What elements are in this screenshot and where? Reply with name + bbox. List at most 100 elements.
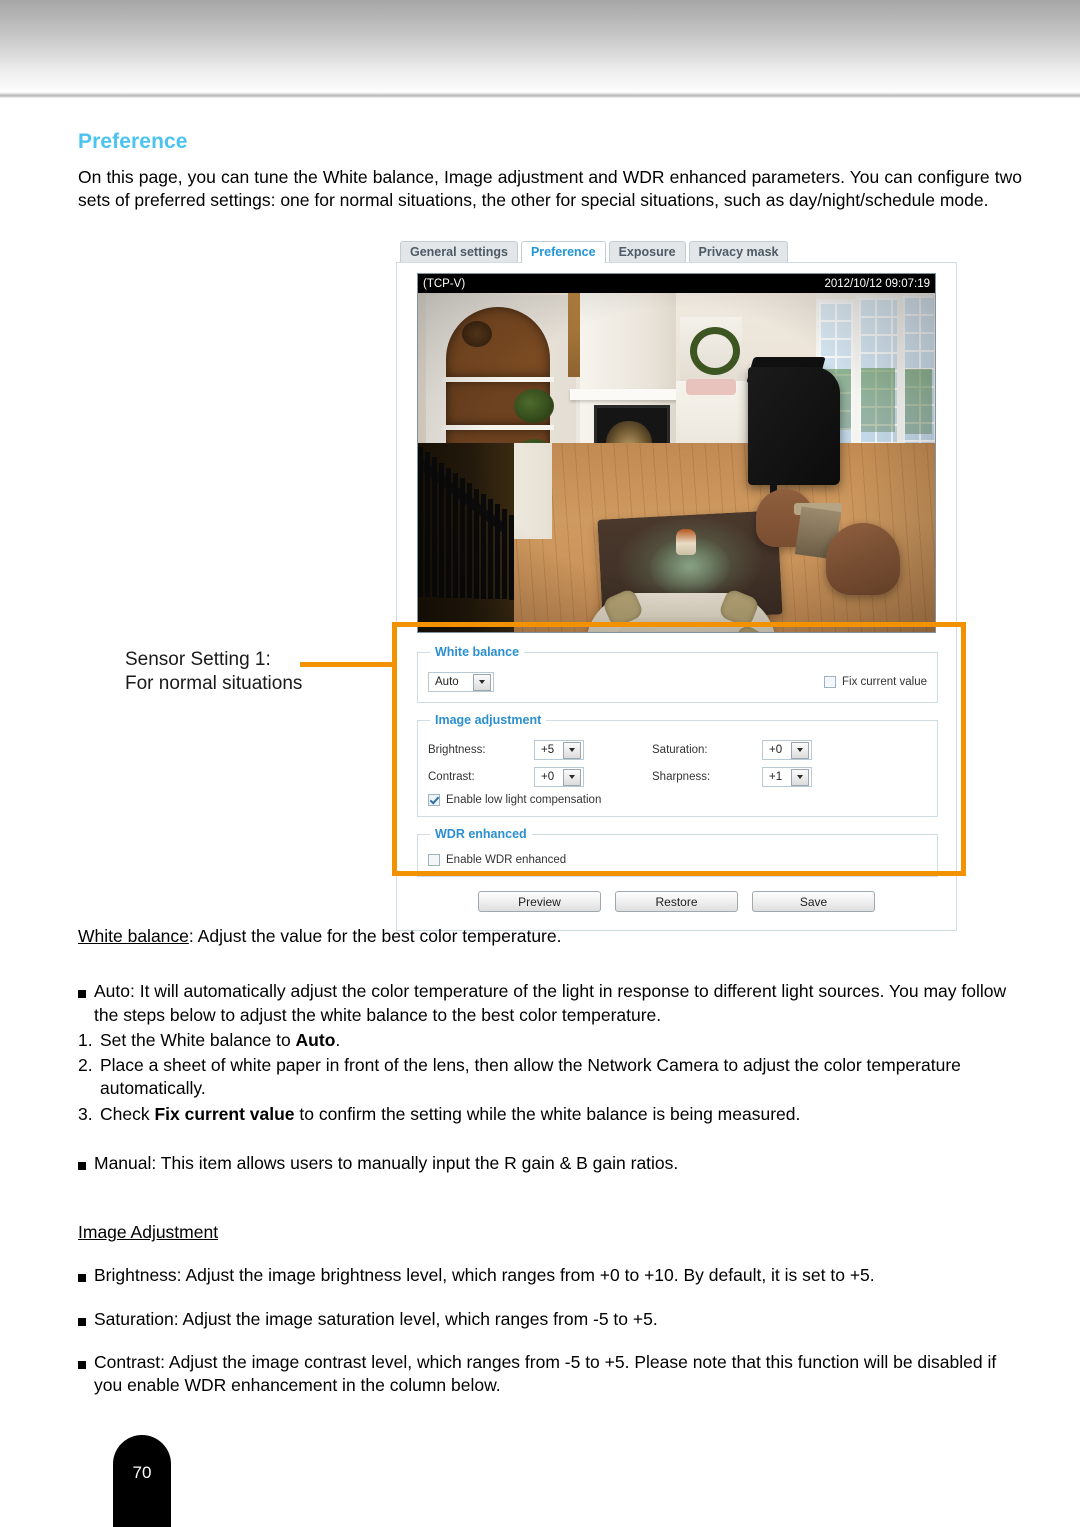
contrast-bullet-text: Contrast: Adjust the image contrast leve… — [94, 1351, 997, 1396]
sharpness-group: Sharpness: +1 — [652, 767, 812, 787]
video-osd-timestamp: 2012/10/12 09:07:19 — [824, 277, 930, 290]
step-1-emphasis: Auto — [295, 1029, 336, 1050]
sharpness-select[interactable]: +1 — [762, 767, 812, 787]
chevron-down-icon — [791, 768, 809, 786]
video-osd-bar: (TCP-V) 2012/10/12 09:07:19 — [418, 274, 935, 293]
tab-general-settings[interactable]: General settings — [400, 241, 518, 263]
tab-privacy-mask[interactable]: Privacy mask — [688, 241, 789, 263]
step-1-text-a: Set the White balance to — [100, 1029, 296, 1050]
low-light-compensation-label: Enable low light compensation — [446, 794, 602, 806]
contrast-sharpness-row: Contrast: +0 Sharpness: +1 — [428, 767, 927, 787]
saturation-label: Saturation: — [652, 744, 708, 756]
chevron-down-icon — [791, 741, 809, 759]
brightness-saturation-row: Brightness: +5 Saturation: +0 — [428, 740, 927, 760]
saturation-group: Saturation: +0 — [652, 740, 812, 760]
sharpness-label: Sharpness: — [652, 771, 711, 783]
bullet-square-icon — [78, 1360, 86, 1369]
restore-button[interactable]: Restore — [615, 891, 738, 912]
white-balance-legend: White balance — [435, 645, 520, 659]
annotation-line-1: Sensor Setting 1: — [125, 649, 271, 670]
brightness-value: +5 — [541, 744, 555, 756]
page-title: Preference — [78, 130, 188, 153]
page-header-band — [0, 0, 1080, 92]
annotation-line-2: For normal situations — [125, 673, 303, 695]
white-balance-mode-select[interactable]: Auto — [428, 672, 494, 692]
step-3-text-a: Check — [100, 1103, 155, 1124]
page-header-rule — [0, 92, 1080, 98]
contrast-label: Contrast: — [428, 771, 475, 783]
saturation-select[interactable]: +0 — [762, 740, 812, 760]
fix-current-value-label: Fix current value — [841, 676, 927, 688]
image-adjustment-heading-wrap: Image Adjustment — [78, 1221, 1022, 1244]
brightness-select[interactable]: +5 — [534, 740, 584, 760]
body-prose: White balance: Adjust the value for the … — [78, 925, 1022, 1399]
chevron-down-icon — [473, 673, 491, 691]
camera-web-ui: General settings Preference Exposure Pri… — [396, 240, 959, 931]
brightness-label: Brightness: — [428, 744, 486, 756]
manual-bullet-text: Manual: This item allows users to manual… — [94, 1152, 679, 1173]
video-frame-image — [418, 293, 935, 632]
wdr-enhanced-fieldset: WDR enhanced Enable WDR enhanced — [417, 827, 938, 877]
preference-panel: (TCP-V) 2012/10/12 09:07:19 White balanc… — [396, 262, 957, 931]
tab-exposure[interactable]: Exposure — [608, 241, 686, 263]
low-light-compensation-row[interactable]: Enable low light compensation — [428, 794, 927, 806]
saturation-bullet-text: Saturation: Adjust the image saturation … — [94, 1308, 658, 1329]
video-preview[interactable]: (TCP-V) 2012/10/12 09:07:19 — [417, 273, 936, 633]
step-2-number: 2. — [78, 1055, 93, 1076]
brightness-bullet: Brightness: Adjust the image brightness … — [78, 1264, 1022, 1287]
bullet-square-icon — [78, 1317, 86, 1326]
bullet-square-icon — [78, 990, 86, 999]
step-2: 2. Place a sheet of white paper in front… — [78, 1054, 1022, 1101]
image-adjustment-legend: Image adjustment — [435, 713, 542, 727]
video-osd-stream-label: (TCP-V) — [423, 277, 466, 290]
wdr-enable-row[interactable]: Enable WDR enhanced — [428, 854, 927, 866]
white-balance-mode-value: Auto — [435, 676, 459, 688]
section-intro-block: Preference On this page, you can tune th… — [78, 130, 1022, 213]
saturation-value: +0 — [769, 744, 783, 756]
manual-bullet: Manual: This item allows users to manual… — [78, 1152, 1022, 1175]
white-balance-definition-text: : Adjust the value for the best color te… — [188, 926, 562, 946]
step-3: 3. Check Fix current value to confirm th… — [78, 1103, 1022, 1126]
wdr-enhanced-legend: WDR enhanced — [435, 827, 527, 841]
white-balance-fieldset: White balance Auto Fix current value — [417, 645, 938, 703]
auto-bullet: Auto: It will automatically adjust the c… — [78, 980, 1022, 1027]
white-balance-definition: White balance: Adjust the value for the … — [78, 925, 1022, 948]
saturation-bullet: Saturation: Adjust the image saturation … — [78, 1308, 1022, 1331]
step-3-text: Check Fix current value to confirm the s… — [100, 1103, 1022, 1126]
chevron-down-icon — [563, 741, 581, 759]
fix-current-value-checkbox[interactable] — [823, 676, 836, 688]
image-adjustment-heading: Image Adjustment — [78, 1222, 219, 1243]
brightness-bullet-text: Brightness: Adjust the image brightness … — [94, 1265, 875, 1286]
fix-current-value-group[interactable]: Fix current value — [823, 676, 927, 688]
sharpness-value: +1 — [769, 771, 783, 783]
image-adjustment-fieldset: Image adjustment Brightness: +5 Saturati… — [417, 713, 938, 817]
step-2-text: Place a sheet of white paper in front of… — [100, 1055, 961, 1099]
step-1: 1. Set the White balance to Auto. — [78, 1029, 1022, 1052]
wdr-enable-label: Enable WDR enhanced — [446, 854, 567, 866]
contrast-select[interactable]: +0 — [534, 767, 584, 787]
contrast-value: +0 — [541, 771, 555, 783]
preview-button[interactable]: Preview — [478, 891, 601, 912]
white-balance-steps: 1. Set the White balance to Auto. 2. Pla… — [78, 1029, 1022, 1126]
section-intro-paragraph: On this page, you can tune the White bal… — [78, 167, 1022, 211]
contrast-bullet: Contrast: Adjust the image contrast leve… — [78, 1351, 1022, 1398]
auto-bullet-text: Auto: It will automatically adjust the c… — [94, 981, 1007, 1025]
settings-tabstrip: General settings Preference Exposure Pri… — [400, 240, 959, 263]
bullet-square-icon — [78, 1274, 86, 1283]
step-1-number: 1. — [78, 1029, 93, 1050]
white-balance-row: Auto Fix current value — [428, 672, 927, 692]
annotation-connector-line — [300, 662, 394, 667]
step-1-text: Set the White balance to Auto. — [100, 1029, 1022, 1052]
save-button[interactable]: Save — [752, 891, 875, 912]
annotation-sensor-setting: Sensor Setting 1: For normal situations — [125, 648, 395, 697]
low-light-compensation-checkbox[interactable] — [428, 794, 440, 806]
step-3-text-c: to confirm the setting while the white b… — [294, 1103, 801, 1124]
wdr-enable-checkbox[interactable] — [428, 854, 440, 866]
page-number-tab: 70 — [113, 1435, 171, 1527]
tab-preference[interactable]: Preference — [520, 241, 606, 263]
page-number: 70 — [132, 1463, 152, 1482]
action-button-bar: Preview Restore Save — [408, 891, 945, 916]
chevron-down-icon — [563, 768, 581, 786]
bullet-square-icon — [78, 1161, 86, 1170]
step-1-text-c: . — [335, 1029, 341, 1050]
